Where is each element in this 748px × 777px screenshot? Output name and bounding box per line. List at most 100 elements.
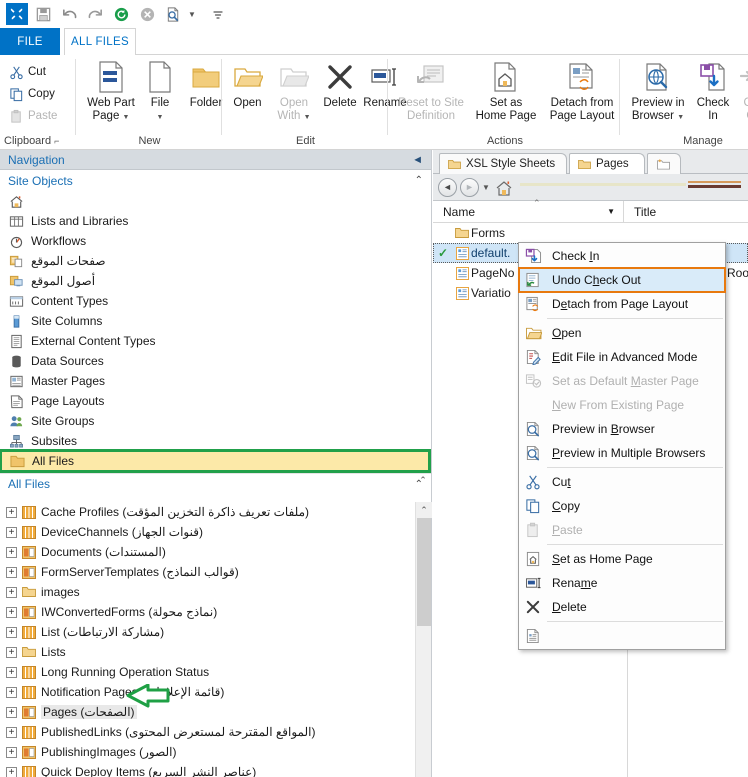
check-in-button[interactable]: Check In: [692, 57, 734, 131]
menu-item-rename[interactable]: Rename: [519, 571, 725, 595]
sidebar-item-workflows[interactable]: Workflows: [0, 231, 431, 251]
sidebar-item-content-types[interactable]: Content Types: [0, 291, 431, 311]
expand-icon[interactable]: +: [6, 686, 17, 698]
scroll-up-icon[interactable]: ⌃: [416, 502, 432, 518]
menu-item-preview-in-multiple-browsers[interactable]: Preview in Multiple Browsers: [519, 441, 725, 465]
preview-in-browser-icon[interactable]: [161, 2, 185, 26]
sidebar-item-site-columns[interactable]: Site Columns: [0, 311, 431, 331]
history-dropdown-icon[interactable]: ▼: [482, 183, 490, 192]
tree-item[interactable]: + Quick Deploy Items (عناصر النشر السريع…: [0, 762, 414, 777]
tree-scrollbar[interactable]: ⌃: [415, 502, 432, 777]
tree-item[interactable]: + PublishedLinks (المواقع المقترحة لمستع…: [0, 722, 414, 742]
collapse-navigation-icon[interactable]: ◄: [412, 154, 423, 166]
menu-item-undo-check-out[interactable]: Undo Check Out: [518, 267, 726, 293]
expand-icon[interactable]: +: [6, 506, 17, 518]
menu-item-detach-from-page-layout[interactable]: Detach from Page Layout: [519, 292, 725, 316]
menu-item-preview-in-browser[interactable]: Preview in Browser: [519, 417, 725, 441]
table-row[interactable]: Forms: [433, 223, 748, 243]
all-files-section-header[interactable]: All Files ⌃: [0, 473, 431, 494]
sidebar-item-lists-and-libraries[interactable]: Lists and Libraries: [0, 211, 431, 231]
tree-item-pages[interactable]: + Pages (الصفحات): [0, 702, 414, 722]
menu-item-properties[interactable]: [519, 624, 725, 648]
redo-icon[interactable]: [83, 2, 107, 26]
sidebar-item-site-groups[interactable]: Site Groups: [0, 411, 431, 431]
menu-item-label: Delete: [552, 600, 587, 614]
menu-item-label: Preview in Multiple Browsers: [552, 446, 706, 460]
sidebar-item-external-content-types[interactable]: External Content Types: [0, 331, 431, 351]
cut-button[interactable]: Cut: [6, 61, 60, 83]
sort-caret-icon[interactable]: ▼: [607, 207, 615, 216]
preview-dropdown-caret[interactable]: ▼: [188, 10, 196, 19]
detach-from-page-layout-button[interactable]: Detach from Page Layout: [542, 57, 622, 131]
open-button[interactable]: Open: [225, 57, 270, 131]
sidebar-item-subsites[interactable]: Subsites: [0, 431, 431, 451]
site-pages-icon: [8, 253, 24, 269]
tree-item[interactable]: + IWConvertedForms (نماذج محولة): [0, 602, 414, 622]
tree-item[interactable]: + Documents (المستندات): [0, 542, 414, 562]
tree-item[interactable]: + Cache Profiles (ملفات تعريف ذاكرة التخ…: [0, 502, 414, 522]
scrollbar-thumb[interactable]: [417, 518, 431, 626]
menu-item-check-in[interactable]: Check In: [519, 244, 725, 268]
tree-item[interactable]: + Lists: [0, 642, 414, 662]
column-header-name[interactable]: Name ▼: [433, 205, 623, 219]
sidebar-item-page-layouts[interactable]: Page Layouts: [0, 391, 431, 411]
tree-item[interactable]: + DeviceChannels (قنوات الجهاز): [0, 522, 414, 542]
save-icon[interactable]: [31, 2, 55, 26]
new-file-button[interactable]: File ▼: [139, 57, 181, 131]
sidebar-item-data-sources[interactable]: Data Sources: [0, 351, 431, 371]
menu-item-cut[interactable]: Cut: [519, 470, 725, 494]
open-with-icon: [279, 59, 309, 95]
expand-icon[interactable]: +: [6, 706, 17, 718]
tree-item[interactable]: + images: [0, 582, 414, 602]
tab-file[interactable]: FILE: [0, 28, 60, 55]
expand-icon[interactable]: +: [6, 546, 17, 558]
menu-item-delete[interactable]: Delete: [519, 595, 725, 619]
undo-icon[interactable]: [57, 2, 81, 26]
set-as-home-page-button[interactable]: Set as Home Page: [470, 57, 542, 131]
expand-icon[interactable]: +: [6, 746, 17, 758]
menu-item-set-as-home-page[interactable]: Set as Home Page: [519, 547, 725, 571]
menu-item-open[interactable]: Open: [519, 321, 725, 345]
expand-icon[interactable]: +: [6, 526, 17, 538]
expand-icon[interactable]: +: [6, 606, 17, 618]
customize-toolbar-icon[interactable]: [206, 2, 230, 26]
copy-button[interactable]: Copy: [6, 83, 60, 105]
site-objects-header[interactable]: Site Objects ⌃: [0, 170, 431, 191]
expand-icon[interactable]: +: [6, 726, 17, 738]
tab-label: Pages: [596, 158, 629, 170]
chevron-up-icon[interactable]: ⌃: [415, 175, 423, 186]
tree-item[interactable]: + Long Running Operation Status: [0, 662, 414, 682]
clipboard-dialog-launcher[interactable]: ⌐: [54, 136, 59, 146]
expand-icon[interactable]: +: [6, 626, 17, 638]
tree-item[interactable]: + Notification Pages (قائمة الإعلامات): [0, 682, 414, 702]
stop-icon[interactable]: [135, 2, 159, 26]
tab-pages[interactable]: Pages: [569, 153, 645, 174]
sidebar-item-master-pages[interactable]: Master Pages: [0, 371, 431, 391]
web-part-page-button[interactable]: Web Part Page ▼: [81, 57, 141, 131]
expand-icon[interactable]: +: [6, 646, 17, 658]
sidebar-item-all-files[interactable]: All Files: [0, 449, 431, 473]
tree-item[interactable]: + FormServerTemplates (قوالب النماذج): [0, 562, 414, 582]
tab-new-document[interactable]: [647, 153, 681, 174]
tree-item[interactable]: + PublishingImages (الصور): [0, 742, 414, 762]
sidebar-item-site-pages[interactable]: صفحات الموقع: [0, 251, 431, 271]
expand-icon[interactable]: +: [6, 766, 17, 777]
delete-button[interactable]: Delete: [319, 57, 361, 131]
expand-icon[interactable]: +: [6, 586, 17, 598]
sidebar-item-home[interactable]: [0, 191, 431, 211]
back-button[interactable]: ◄: [438, 177, 457, 197]
column-header-title[interactable]: Title: [623, 201, 748, 222]
tree-item-name: Pages: [43, 705, 78, 719]
refresh-icon[interactable]: [109, 2, 133, 26]
preview-in-browser-button[interactable]: Preview in Browser ▼: [624, 57, 692, 131]
menu-item-edit-file-in-advanced-mode[interactable]: Edit File in Advanced Mode: [519, 345, 725, 369]
breadcrumb-path[interactable]: [519, 179, 743, 195]
set-home-page-icon: [523, 550, 543, 568]
expand-icon[interactable]: +: [6, 666, 17, 678]
tab-all-files[interactable]: ALL FILES: [64, 28, 136, 55]
menu-item-copy[interactable]: Copy: [519, 494, 725, 518]
sidebar-item-site-assets[interactable]: أصول الموقع: [0, 271, 431, 291]
tab-xsl-style-sheets[interactable]: XSL Style Sheets: [439, 153, 567, 174]
tree-item[interactable]: + List (مشاركة الارتباطات): [0, 622, 414, 642]
expand-icon[interactable]: +: [6, 566, 17, 578]
